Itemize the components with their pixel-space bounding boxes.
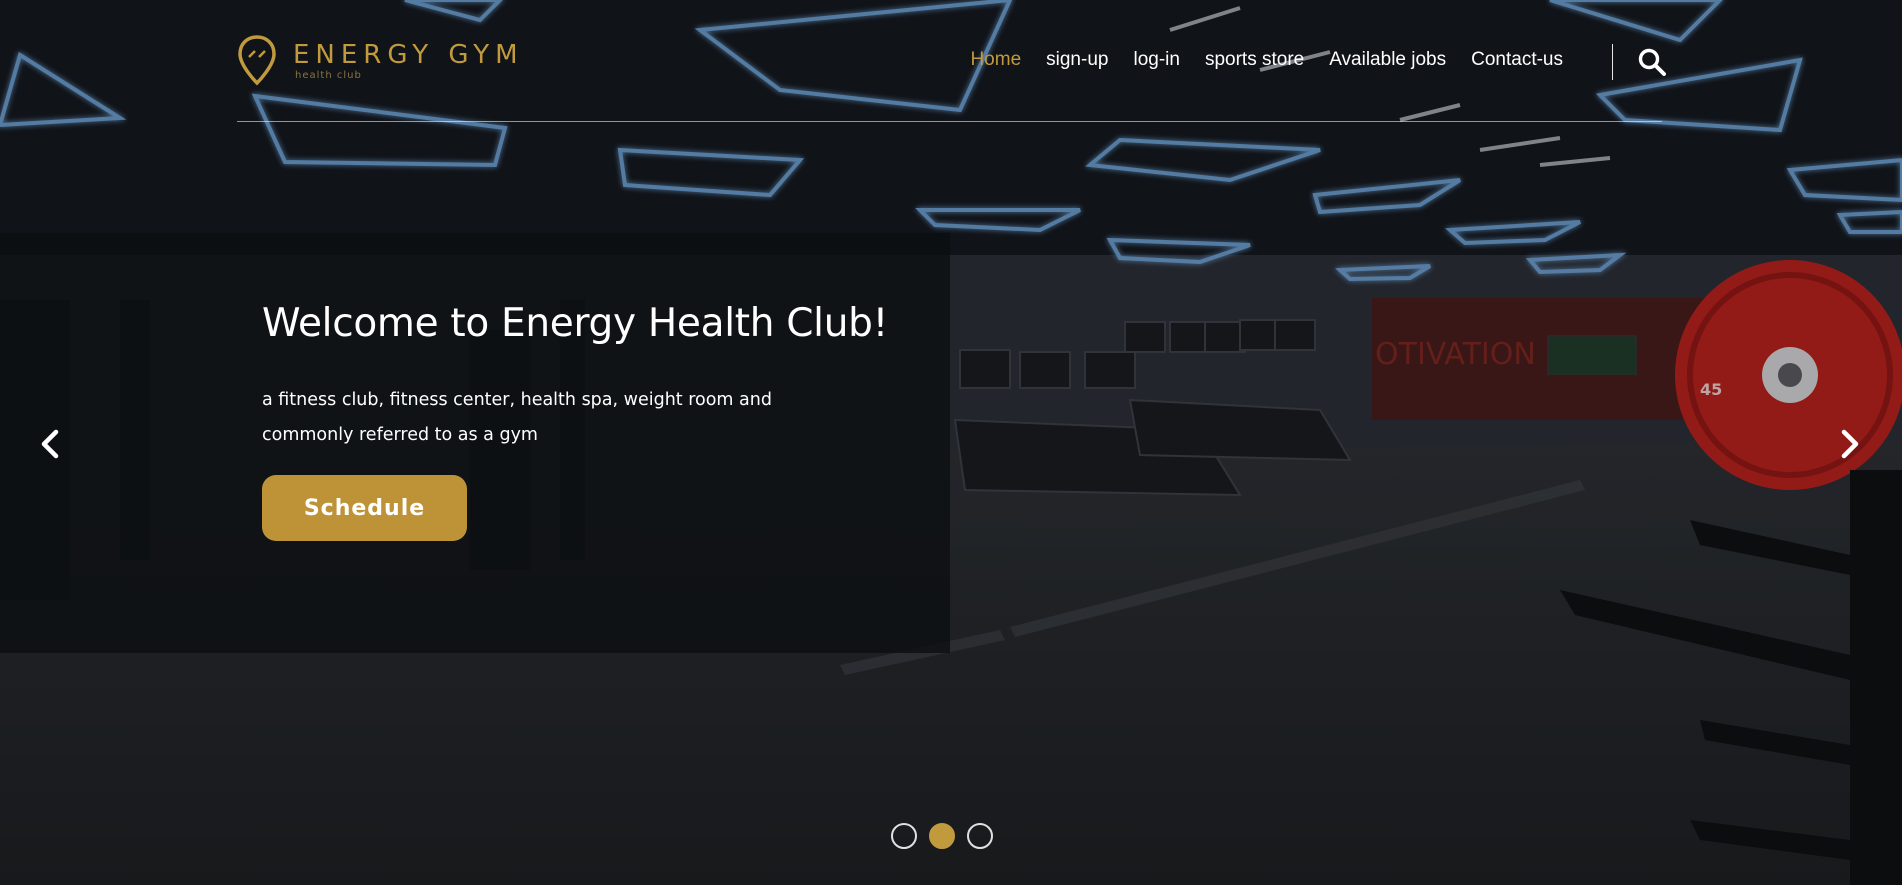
carousel-indicators [891,823,993,849]
header-divider [237,121,1662,122]
brand-name: ENERGY GYM [293,40,524,70]
main-nav: Home sign-up log-in sports store Availab… [945,49,1563,71]
carousel-dot-2[interactable] [929,823,955,849]
nav-item-home[interactable]: Home [970,49,1021,71]
search-icon[interactable] [1637,47,1667,77]
location-pin-icon [238,35,276,86]
nav-item-contact-us[interactable]: Contact-us [1471,49,1563,71]
chevron-left-icon[interactable] [30,424,70,464]
hero-description: a fitness club, fitness center, health s… [262,390,772,445]
carousel-dot-1[interactable] [891,823,917,849]
nav-item-sports-store[interactable]: sports store [1205,49,1304,71]
nav-item-log-in[interactable]: log-in [1133,49,1179,71]
brand-logo[interactable]: ENERGY GYM health club [237,34,524,86]
brand-subtitle: health club [295,70,362,81]
chevron-right-icon[interactable] [1830,424,1870,464]
nav-item-available-jobs[interactable]: Available jobs [1329,49,1446,71]
schedule-button[interactable]: Schedule [262,475,467,541]
nav-item-sign-up[interactable]: sign-up [1046,49,1108,71]
nav-divider [1612,44,1613,80]
hero-caption: Welcome to Energy Health Club! a fitness… [0,233,950,653]
site-header: ENERGY GYM health club Home sign-up log-… [237,30,1666,122]
carousel-dot-3[interactable] [967,823,993,849]
hero-title: Welcome to Energy Health Club! [262,301,888,346]
